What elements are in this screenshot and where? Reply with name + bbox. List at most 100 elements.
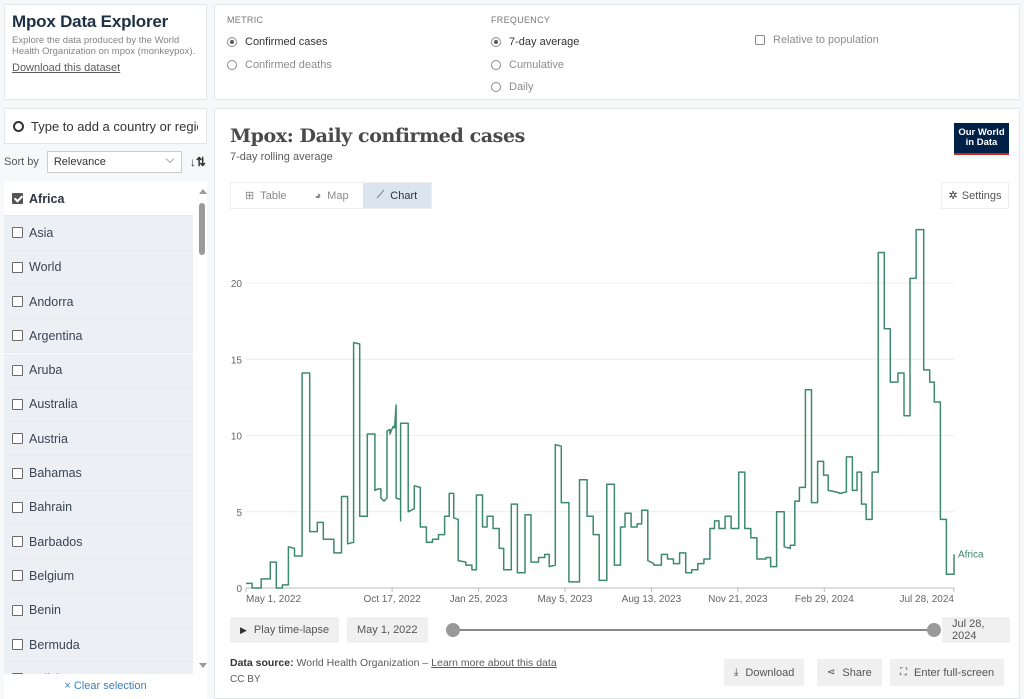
- entity-label: Benin: [29, 603, 61, 618]
- checkbox-icon[interactable]: [12, 501, 23, 513]
- chevron-down-icon: [165, 154, 175, 164]
- relative-to-population-checkbox[interactable]: Relative to population: [755, 34, 879, 46]
- gear-icon: ✲: [948, 190, 958, 202]
- y-tick-label: 15: [231, 355, 243, 366]
- data-source: Data source: World Health Organization –…: [230, 657, 557, 669]
- app-description: Explore the data produced by the World H…: [12, 35, 196, 57]
- checkbox-icon[interactable]: [12, 364, 23, 376]
- download-button[interactable]: ⤓ Download: [724, 659, 805, 686]
- radio-label: 7-day average: [509, 36, 580, 49]
- play-icon: ▶: [240, 624, 247, 635]
- entity-item[interactable]: Africa: [4, 182, 193, 217]
- checkbox-icon: [755, 35, 765, 45]
- chart-title: Mpox: Daily confirmed cases: [230, 125, 525, 147]
- entity-item[interactable]: Bermuda: [4, 627, 193, 663]
- scrollbar-thumb[interactable]: [199, 203, 205, 255]
- frequency-7day-radio[interactable]: 7-day average: [491, 31, 579, 54]
- tab-map[interactable]: ◕ Map: [301, 183, 363, 208]
- play-timelapse-button[interactable]: ▶ Play time-lapse: [230, 617, 340, 643]
- radio-empty-icon: [491, 59, 501, 70]
- owid-logo[interactable]: Our World in Data: [954, 123, 1009, 155]
- entity-item[interactable]: Argentina: [4, 319, 193, 354]
- settings-button[interactable]: ✲ Settings: [941, 182, 1009, 209]
- entity-search-input[interactable]: Type to add a country or region...: [4, 108, 207, 144]
- timeline-slider-track[interactable]: [453, 629, 934, 631]
- frequency-title: FREQUENCY: [491, 15, 551, 25]
- download-label: Download: [745, 666, 795, 679]
- source-prefix: Data source:: [230, 657, 294, 669]
- frequency-daily-radio[interactable]: Daily: [491, 76, 579, 99]
- entity-label: World: [29, 260, 62, 275]
- series-label: Africa: [958, 549, 984, 560]
- tab-table[interactable]: ⊞ Table: [231, 183, 301, 208]
- checkbox-icon[interactable]: [12, 467, 23, 479]
- source-text: World Health Organization –: [293, 657, 432, 669]
- app-title: Mpox Data Explorer: [12, 12, 169, 31]
- checkbox-label: Relative to population: [773, 34, 879, 46]
- checkbox-icon[interactable]: [12, 433, 23, 445]
- fullscreen-button[interactable]: ⛶ Enter full-screen: [890, 659, 1005, 686]
- checkbox-icon[interactable]: [12, 261, 23, 273]
- entity-item[interactable]: Australia: [4, 387, 193, 423]
- checkbox-icon[interactable]: [12, 227, 23, 239]
- entity-item[interactable]: Barbados: [4, 525, 193, 560]
- frequency-cumulative-radio[interactable]: Cumulative: [491, 54, 579, 77]
- timeline-end-handle[interactable]: [927, 623, 941, 637]
- entity-item[interactable]: Bahamas: [4, 456, 193, 491]
- sort-order-icon[interactable]: ↓⇅: [190, 155, 206, 169]
- entity-item[interactable]: Aruba: [4, 353, 193, 388]
- entity-item[interactable]: Bahrain: [4, 490, 193, 525]
- scroll-up-icon[interactable]: [199, 189, 207, 194]
- timeline-end-date[interactable]: Jul 28, 2024: [942, 617, 1010, 643]
- timeline-start-date[interactable]: May 1, 2022: [347, 617, 428, 643]
- checkbox-icon[interactable]: [12, 570, 23, 582]
- x-tick-label: Aug 13, 2023: [622, 594, 682, 605]
- entity-label: Belgium: [29, 568, 75, 583]
- entity-item[interactable]: Benin: [4, 593, 193, 628]
- share-label: Share: [842, 666, 872, 679]
- timeline-start-handle[interactable]: [446, 623, 460, 637]
- radio-empty-icon: [491, 82, 501, 93]
- scroll-down-icon[interactable]: [199, 663, 207, 668]
- metric-confirmed-cases-radio[interactable]: Confirmed cases: [227, 31, 332, 54]
- fullscreen-label: Enter full-screen: [914, 666, 995, 679]
- sort-label: Sort by: [4, 156, 39, 168]
- checkbox-icon[interactable]: [12, 296, 23, 308]
- globe-icon: ◕: [314, 189, 322, 202]
- entity-item[interactable]: Belgium: [4, 559, 193, 594]
- entity-item[interactable]: Austria: [4, 422, 193, 457]
- close-icon: ×: [64, 680, 71, 692]
- checkbox-checked-icon[interactable]: [12, 193, 23, 205]
- y-tick-label: 0: [236, 584, 242, 595]
- share-button[interactable]: ⋖ Share: [817, 659, 882, 686]
- entity-label: Bahamas: [29, 466, 82, 481]
- entity-list: Africa Asia World Andorra Argentina Aruba Aust…: [4, 182, 207, 674]
- learn-more-link[interactable]: Learn more about this data: [431, 657, 557, 669]
- tab-chart[interactable]: ⟋ Chart: [362, 183, 432, 208]
- radio-label: Confirmed cases: [245, 36, 328, 49]
- metric-title: METRIC: [227, 15, 264, 25]
- entity-item[interactable]: Andorra: [4, 284, 193, 320]
- x-tick-label: Nov 21, 2023: [708, 594, 768, 605]
- tab-label: Table: [260, 189, 287, 202]
- checkbox-icon[interactable]: [12, 604, 23, 616]
- clear-selection-button[interactable]: × Clear selection: [4, 674, 207, 699]
- sort-select[interactable]: Relevance: [46, 151, 182, 173]
- entity-item[interactable]: Bolivia: [4, 662, 193, 674]
- checkbox-icon[interactable]: [12, 330, 23, 342]
- entity-label: Bahrain: [29, 500, 73, 515]
- checkbox-icon[interactable]: [12, 398, 23, 410]
- x-tick-label: Jul 28, 2024: [900, 594, 955, 605]
- metric-confirmed-deaths-radio[interactable]: Confirmed deaths: [227, 54, 332, 77]
- line-chart-icon: ⟋: [376, 189, 385, 201]
- entity-item[interactable]: Asia: [4, 216, 193, 251]
- entity-list-scrollbar[interactable]: [197, 182, 207, 674]
- frequency-group: FREQUENCY 7-day average Cumulative Daily: [491, 15, 579, 99]
- download-dataset-link[interactable]: Download this dataset: [12, 62, 120, 74]
- y-tick-label: 5: [236, 508, 242, 519]
- checkbox-icon[interactable]: [12, 536, 23, 548]
- radio-empty-icon: [227, 59, 237, 70]
- entity-item[interactable]: World: [4, 250, 193, 285]
- checkbox-icon[interactable]: [12, 639, 23, 651]
- x-tick-label: Oct 17, 2022: [363, 594, 421, 605]
